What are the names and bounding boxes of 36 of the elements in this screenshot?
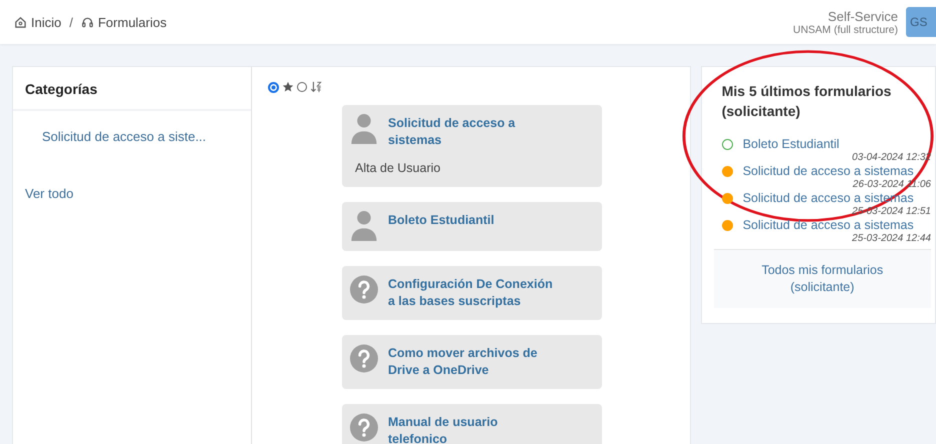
form-title: Manual de usuario telefonico [388,414,499,444]
home-icon [14,16,27,28]
breadcrumb-separator: / [69,14,73,30]
headset-icon [80,16,94,28]
recent-form-link[interactable]: Solicitud de acceso a sistemas [742,164,914,179]
form-title: Configuración De Conexión a las bases suscriptas [388,276,553,310]
star-icon [282,81,294,93]
breadcrumb-link[interactable]: Inicio [31,14,62,30]
categories-title: Categorías [13,67,251,111]
form-card[interactable]: Manual de usuario telefonico [342,404,602,444]
recent-form-link[interactable]: Boleto Estudiantil [742,137,840,152]
view-radio[interactable] [268,82,279,92]
form-card[interactable]: Como mover archivos de Drive a OneDrive [342,335,602,389]
breadcrumb-link[interactable]: Formularios [98,14,167,30]
recent-form-link[interactable]: Solicitud de acceso a sistemas [742,218,914,233]
form-subtitle: Alta de Usuario [355,161,440,175]
help-icon [350,412,378,443]
form-title: Boleto Estudiantil [388,212,496,229]
help-icon [350,274,378,305]
category-link[interactable]: Solicitud de acceso a siste... [25,129,206,144]
see-all-link[interactable]: Ver todo [25,186,74,201]
recent-forms-title: Mis 5 últimos formularios (solicitante) [722,82,892,121]
form-card[interactable]: Boleto Estudiantil [342,202,602,251]
person-icon [350,113,378,144]
organization-name: UNSAM (full structure) [792,24,898,36]
person-icon [350,210,378,241]
form-card[interactable]: Solicitud de acceso a sistemas Alta de Usuario [342,105,602,187]
form-title: Solicitud de acceso a sistemas [388,115,516,149]
form-card[interactable]: Configuración De Conexión a las bases suscriptas [342,266,602,320]
form-title: Como mover archivos de Drive a OneDrive [388,345,538,379]
view-radio[interactable] [297,82,307,92]
sort-icon [310,81,322,93]
user-avatar[interactable]: GS [906,7,936,37]
service-name: Self-Service [828,8,898,24]
help-icon [350,343,378,374]
form-date: 25-03-2024 12:44 [852,233,931,245]
